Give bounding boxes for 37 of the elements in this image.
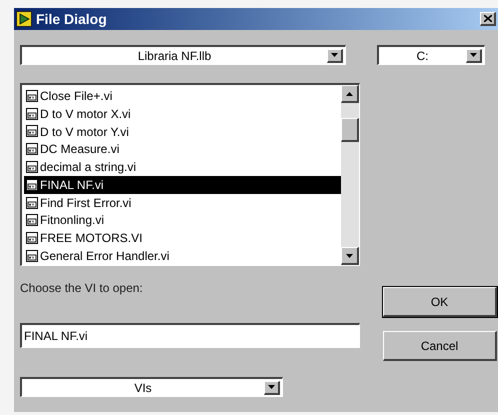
vi-file-icon [26, 250, 38, 262]
vi-file-icon [26, 161, 38, 174]
vi-file-icon [26, 90, 38, 102]
vi-file-icon [26, 108, 38, 120]
close-icon [484, 15, 492, 22]
prompt-label: Choose the VI to open: [20, 280, 144, 297]
vi-file-icon [26, 196, 38, 209]
scroll-thumb[interactable] [341, 118, 359, 142]
ok-button[interactable]: OK [383, 287, 497, 317]
file-list-item[interactable]: General Error Handler.vi [24, 247, 341, 265]
scroll-down-button[interactable] [341, 247, 359, 265]
file-list-item[interactable]: Fitnonling.vi [24, 212, 341, 230]
vi-file-icon [26, 143, 38, 156]
drive-dropdown[interactable]: C: [377, 45, 485, 65]
vi-file-icon [26, 125, 38, 138]
down-arrow-icon [346, 254, 353, 258]
up-arrow-icon [346, 92, 353, 96]
vi-file-icon [26, 214, 38, 226]
file-list-item[interactable]: D to V motor Y.vi [24, 122, 341, 140]
vi-file-icon [26, 178, 38, 191]
library-dropdown[interactable]: Libraria NF.llb [20, 45, 346, 65]
app-icon [16, 11, 32, 27]
scroll-up-button[interactable] [341, 85, 359, 103]
scrollbar[interactable] [341, 85, 359, 265]
file-list-item[interactable]: decimal a string.vi [24, 158, 341, 176]
file-list-item[interactable]: Close File+.vi [24, 87, 341, 105]
filename-field[interactable]: FINAL NF.vi [20, 323, 360, 348]
file-list-item[interactable]: FINAL NF.vi [24, 176, 341, 194]
type-dropdown[interactable]: VIs [20, 377, 283, 397]
window-title: File Dialog [36, 10, 107, 29]
vi-file-icon [26, 232, 38, 244]
close-button[interactable] [480, 12, 496, 26]
file-list-item[interactable]: DC Measure.vi [24, 140, 341, 158]
file-list-item[interactable]: FREE MOTORS.VI [24, 229, 341, 248]
file-list-item[interactable]: Find First Error.vi [24, 194, 341, 212]
file-list-item[interactable]: D to V motor X.vi [24, 104, 341, 123]
cancel-button[interactable]: Cancel [383, 331, 497, 361]
